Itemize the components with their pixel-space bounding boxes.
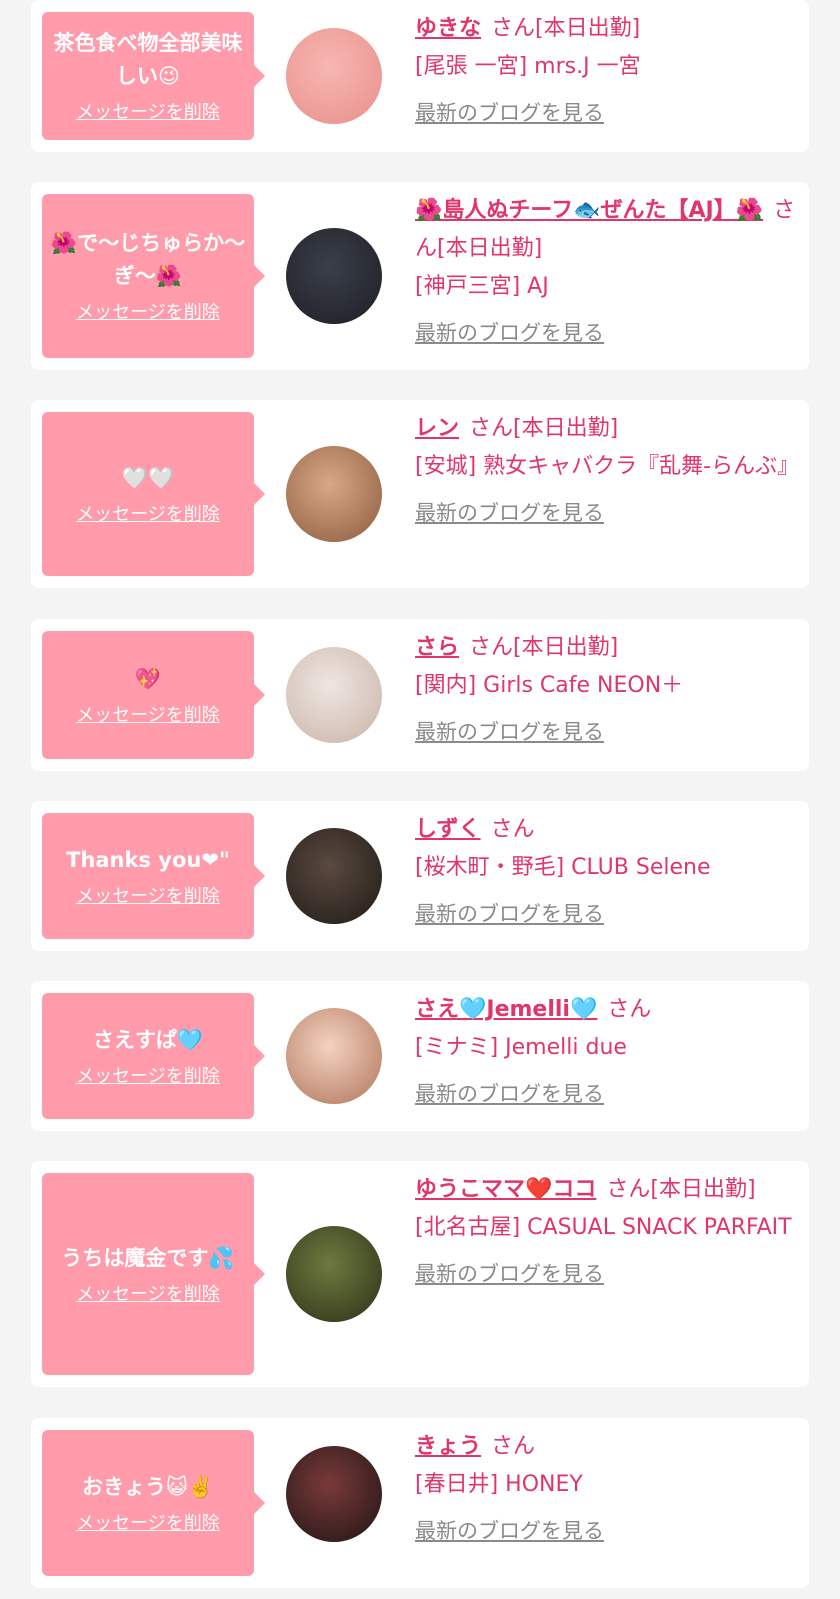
blog-link[interactable]: 最新のブログを見る [415, 498, 604, 528]
honorific-status: さん [490, 817, 535, 842]
shop-name: [尾張 一宮] mrs.J 一宮 [415, 54, 641, 79]
shop-name: [北名古屋] CASUAL SNACK PARFAIT [415, 1215, 792, 1240]
cast-name-link[interactable]: しずく [415, 817, 481, 842]
list-item: おきょう😺✌️ メッセージを削除 きょう さん [春日井] HONEY 最新のブロ… [31, 1418, 809, 1588]
avatar[interactable] [286, 28, 382, 124]
list-item: 🌺で〜じちゅらか〜ぎ〜🌺 メッセージを削除 🌺島人ぬチーフ🐟ぜんた【AJ】🌺 さん… [31, 182, 809, 370]
shop-name: [春日井] HONEY [415, 1472, 583, 1497]
cast-name-link[interactable]: レン [415, 416, 459, 441]
list-item: さえすぱ🩵 メッセージを削除 さえ🩵Jemelli🩵 さん [ミナミ] Jemel… [31, 981, 809, 1131]
cast-name-link[interactable]: さえ🩵Jemelli🩵 [415, 997, 597, 1022]
honorific-status: さん[本日出勤] [606, 1177, 756, 1202]
cast-name-link[interactable]: 🌺島人ぬチーフ🐟ぜんた【AJ】🌺 [415, 198, 763, 223]
cast-info: きょう さん [春日井] HONEY 最新のブログを見る [415, 1428, 799, 1551]
message-text: 🌺で〜じちゅらか〜ぎ〜🌺 [50, 231, 246, 288]
list-item: うちは魔金です💦 メッセージを削除 ゆうこママ❤️ココ さん[本日出勤] [北名古… [31, 1161, 809, 1387]
list-item: 茶色食べ物全部美味しい😉 メッセージを削除 ゆきな さん[本日出勤] [尾張 一宮… [31, 0, 809, 152]
shop-name: [安城] 熟女キャバクラ『乱舞-らんぶ』 [415, 454, 800, 479]
message-text: Thanks you❤︎" [66, 847, 230, 872]
cast-name-link[interactable]: ゆうこママ❤️ココ [415, 1177, 596, 1202]
message-bubble: 茶色食べ物全部美味しい😉 メッセージを削除 [42, 12, 265, 140]
cast-info: ゆうこママ❤️ココ さん[本日出勤] [北名古屋] CASUAL SNACK PA… [415, 1171, 799, 1294]
message-text: うちは魔金です💦 [61, 1245, 235, 1270]
message-text: さえすぱ🩵 [92, 1027, 204, 1052]
delete-message-link[interactable]: メッセージを削除 [76, 1065, 220, 1089]
blog-link[interactable]: 最新のブログを見る [415, 899, 604, 929]
honorific-status: さん [607, 997, 652, 1022]
cast-info: さえ🩵Jemelli🩵 さん [ミナミ] Jemelli due 最新のブログを見… [415, 991, 799, 1114]
list-item: Thanks you❤︎" メッセージを削除 しずく さん [桜木町・野毛] CL… [31, 801, 809, 951]
shop-name: [関内] Girls Cafe NEON＋ [415, 673, 684, 698]
cast-info: レン さん[本日出勤] [安城] 熟女キャバクラ『乱舞-らんぶ』 最新のブログを見… [415, 410, 799, 533]
cast-info: ゆきな さん[本日出勤] [尾張 一宮] mrs.J 一宮 最新のブログを見る [415, 10, 799, 133]
cast-info: 🌺島人ぬチーフ🐟ぜんた【AJ】🌺 さん[本日出勤] [神戸三宮] AJ 最新のブロ… [415, 192, 799, 353]
delete-message-link[interactable]: メッセージを削除 [76, 503, 220, 527]
avatar[interactable] [286, 1226, 382, 1322]
avatar[interactable] [286, 1446, 382, 1542]
shop-name: [ミナミ] Jemelli due [415, 1035, 627, 1060]
honorific-status: さん[本日出勤] [469, 416, 619, 441]
delete-message-link[interactable]: メッセージを削除 [76, 885, 220, 909]
shop-name: [神戸三宮] AJ [415, 274, 549, 299]
cast-name-link[interactable]: きょう [415, 1434, 481, 1459]
honorific-status: さん[本日出勤] [469, 635, 619, 660]
avatar[interactable] [286, 446, 382, 542]
blog-link[interactable]: 最新のブログを見る [415, 1079, 604, 1109]
blog-link[interactable]: 最新のブログを見る [415, 1259, 604, 1289]
message-text: 🤍🤍 [121, 465, 175, 490]
avatar[interactable] [286, 1008, 382, 1104]
delete-message-link[interactable]: メッセージを削除 [76, 1512, 220, 1536]
delete-message-link[interactable]: メッセージを削除 [76, 101, 220, 125]
message-text: おきょう😺✌️ [81, 1474, 215, 1499]
cast-name-link[interactable]: ゆきな [415, 16, 481, 41]
cast-name-link[interactable]: さら [415, 635, 459, 660]
message-bubble: おきょう😺✌️ メッセージを削除 [42, 1430, 265, 1576]
shop-name: [桜木町・野毛] CLUB Selene [415, 855, 711, 880]
cast-info: しずく さん [桜木町・野毛] CLUB Selene 最新のブログを見る [415, 811, 799, 934]
message-bubble: うちは魔金です💦 メッセージを削除 [42, 1173, 265, 1375]
blog-link[interactable]: 最新のブログを見る [415, 717, 604, 747]
delete-message-link[interactable]: メッセージを削除 [76, 301, 220, 325]
message-bubble: 🌺で〜じちゅらか〜ぎ〜🌺 メッセージを削除 [42, 194, 265, 358]
blog-link[interactable]: 最新のブログを見る [415, 318, 604, 348]
blog-link[interactable]: 最新のブログを見る [415, 1516, 604, 1546]
delete-message-link[interactable]: メッセージを削除 [76, 704, 220, 728]
list-item: 🤍🤍 メッセージを削除 レン さん[本日出勤] [安城] 熟女キャバクラ『乱舞-ら… [31, 400, 809, 588]
delete-message-link[interactable]: メッセージを削除 [76, 1283, 220, 1307]
message-bubble: 💖 メッセージを削除 [42, 631, 265, 759]
avatar[interactable] [286, 228, 382, 324]
message-text: 💖 [134, 666, 162, 691]
honorific-status: さん[本日出勤] [491, 16, 641, 41]
message-bubble: さえすぱ🩵 メッセージを削除 [42, 993, 265, 1119]
message-bubble: Thanks you❤︎" メッセージを削除 [42, 813, 265, 939]
favorite-list: 茶色食べ物全部美味しい😉 メッセージを削除 ゆきな さん[本日出勤] [尾張 一宮… [0, 0, 840, 1599]
list-item: 💖 メッセージを削除 さら さん[本日出勤] [関内] Girls Cafe NE… [31, 619, 809, 771]
cast-info: さら さん[本日出勤] [関内] Girls Cafe NEON＋ 最新のブログを… [415, 629, 799, 752]
blog-link[interactable]: 最新のブログを見る [415, 98, 604, 128]
message-bubble: 🤍🤍 メッセージを削除 [42, 412, 265, 576]
avatar[interactable] [286, 828, 382, 924]
avatar[interactable] [286, 647, 382, 743]
honorific-status: さん [491, 1434, 536, 1459]
message-text: 茶色食べ物全部美味しい😉 [53, 31, 243, 88]
